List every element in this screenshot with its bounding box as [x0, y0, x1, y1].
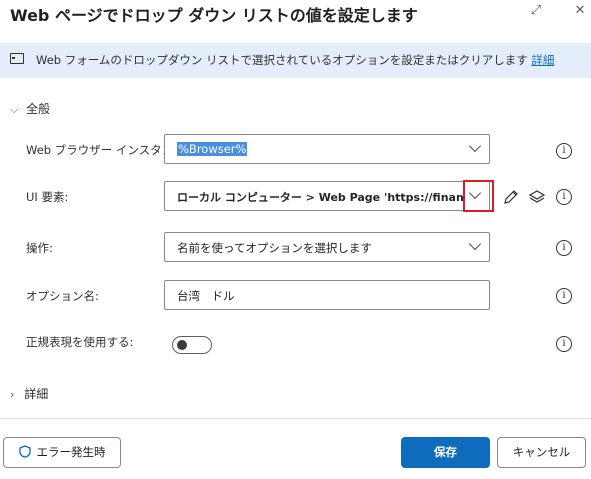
chevron-right-icon: › [10, 388, 15, 401]
ui-element-dropdown[interactable]: ローカル コンピューター > Web Page 'https://finance… [164, 181, 490, 211]
pencil-icon[interactable] [502, 188, 520, 206]
option-name-value: 台湾 ドル [177, 289, 235, 303]
regex-toggle[interactable] [172, 336, 212, 354]
regex-label: 正規表現を使用する: [26, 335, 134, 349]
info-description: Web フォームのドロップダウン リストで選択されているオプションを設定またはク… [36, 53, 528, 67]
chevron-down-icon [468, 139, 482, 153]
chevron-down-icon: ⌵ [10, 103, 19, 116]
option-name-label: オプション名: [26, 289, 99, 303]
save-button[interactable]: 保存 [401, 437, 490, 468]
highlight-box [463, 180, 494, 212]
ui-element-value: ローカル コンピューター > Web Page 'https://finance… [177, 191, 463, 204]
operation-value: 名前を使ってオプションを選択します [177, 241, 372, 255]
option-name-input[interactable]: 台湾 ドル [164, 280, 490, 310]
browser-instance-value: %Browser% [177, 142, 248, 156]
expand-icon[interactable]: ⤢ [528, 3, 544, 19]
cancel-button[interactable]: キャンセル [497, 437, 586, 468]
help-icon[interactable]: i [556, 189, 572, 205]
toggle-knob [177, 340, 187, 350]
on-error-label: エラー発生時 [36, 445, 106, 459]
info-bar-text: Web フォームのドロップダウン リストで選択されているオプションを設定またはク… [36, 52, 554, 68]
operation-dropdown[interactable]: 名前を使ってオプションを選択します [164, 232, 490, 262]
close-icon[interactable]: ✕ [572, 3, 588, 19]
shield-icon [18, 445, 31, 458]
on-error-button[interactable]: エラー発生時 [3, 437, 121, 468]
advanced-section-label: 詳細 [24, 387, 49, 401]
layers-icon[interactable] [528, 188, 546, 206]
help-icon[interactable]: i [556, 240, 572, 256]
general-section-header[interactable]: ⌵ 全般 [10, 100, 50, 117]
help-icon[interactable]: i [556, 143, 572, 159]
general-section-label: 全般 [26, 102, 51, 116]
chevron-down-icon [468, 237, 482, 251]
help-icon[interactable]: i [556, 336, 572, 352]
advanced-section-header[interactable]: › 詳細 [10, 385, 48, 402]
details-link[interactable]: 詳細 [531, 53, 554, 67]
help-icon[interactable]: i [556, 288, 572, 304]
browser-instance-dropdown[interactable]: %Browser% [164, 134, 490, 164]
monitor-icon [10, 53, 24, 64]
ui-element-label: UI 要素: [26, 190, 69, 204]
dialog-title: Web ページでドロップ ダウン リストの値を設定します [10, 6, 418, 25]
operation-label: 操作: [26, 241, 53, 255]
footer-divider [0, 418, 591, 419]
